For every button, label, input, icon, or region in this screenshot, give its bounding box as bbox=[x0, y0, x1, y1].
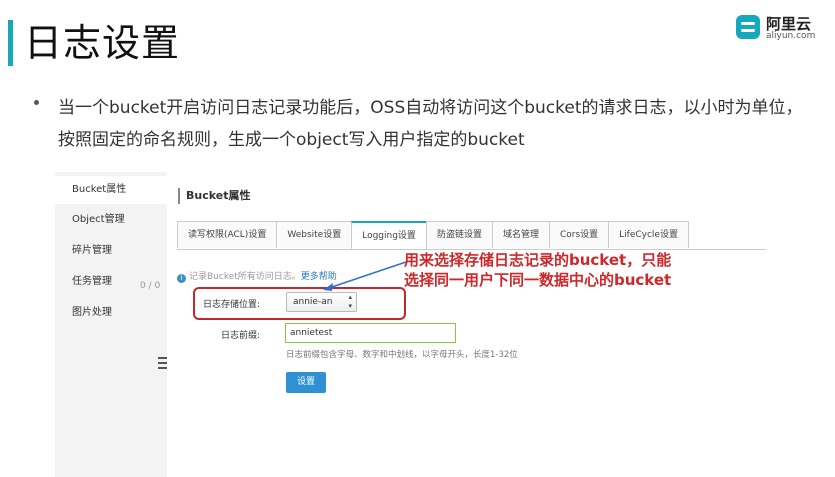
console-sidebar: Bucket属性 Object管理 碎片管理 任务管理 图片处理 bbox=[55, 172, 167, 477]
logo-en-text: aliyun.com bbox=[766, 31, 816, 41]
tab-website[interactable]: Website设置 bbox=[276, 221, 353, 248]
slide-title: 日志设置 bbox=[24, 21, 181, 65]
select-arrows-icon: ▴ ▾ bbox=[348, 293, 352, 310]
bullet-dot bbox=[34, 100, 39, 105]
bullet-text: 当一个bucket开启访问日志记录功能后，OSS自动将访问这个bucket的请求… bbox=[58, 98, 803, 150]
storage-location-value: annie-an bbox=[293, 297, 333, 307]
tab-domain-management[interactable]: 域名管理 bbox=[491, 221, 550, 248]
annotation-line-1: 用来选择存储日志记录的bucket，只能 bbox=[404, 251, 672, 269]
prefix-input[interactable]: annietest bbox=[285, 323, 456, 343]
prefix-label: 日志前缀: bbox=[221, 331, 261, 341]
annotation-line-2: 选择同一用户下同一数据中心的bucket bbox=[404, 271, 672, 289]
aliyun-logo: 阿里云 aliyun.com bbox=[736, 13, 828, 43]
storage-location-select[interactable]: annie-an ▴ ▾ bbox=[286, 292, 357, 312]
panel-title: Bucket属性 bbox=[178, 188, 250, 204]
info-icon: i bbox=[177, 274, 186, 283]
sidebar-item-fragment-management[interactable]: 碎片管理 bbox=[55, 237, 167, 265]
aliyun-logo-icon bbox=[736, 15, 760, 39]
info-text: 记录Bucket所有访问日志。 bbox=[189, 272, 301, 282]
tab-logging[interactable]: Logging设置 bbox=[351, 221, 427, 249]
sidebar-item-bucket-properties[interactable]: Bucket属性 bbox=[55, 176, 167, 204]
settings-tabs: 读写权限(ACL)设置 Website设置 Logging设置 防盗链设置 域名… bbox=[177, 221, 766, 250]
tab-acl[interactable]: 读写权限(ACL)设置 bbox=[177, 221, 278, 248]
sidebar-item-object-management[interactable]: Object管理 bbox=[55, 206, 167, 234]
info-line: i 记录Bucket所有访问日志。更多帮助 bbox=[177, 269, 337, 283]
title-accent-bar bbox=[8, 20, 13, 66]
save-button[interactable]: 设置 bbox=[286, 372, 326, 393]
sidebar-toggle-icon[interactable] bbox=[158, 357, 167, 369]
sidebar-item-image-processing[interactable]: 图片处理 bbox=[55, 299, 167, 327]
tab-cors[interactable]: Cors设置 bbox=[548, 221, 610, 248]
help-link[interactable]: 更多帮助 bbox=[301, 272, 337, 282]
annotation-text: 用来选择存储日志记录的bucket，只能 选择同一用户下同一数据中心的bucke… bbox=[404, 250, 724, 290]
tab-hotlink-protection[interactable]: 防盗链设置 bbox=[425, 221, 493, 248]
prefix-hint: 日志前缀包含字母、数字和中划线，以字母开头，长度1-32位 bbox=[286, 350, 518, 360]
storage-location-label: 日志存储位置: bbox=[203, 300, 261, 310]
task-count: 0 / 0 bbox=[140, 281, 161, 291]
tab-lifecycle[interactable]: LifeCycle设置 bbox=[608, 221, 689, 248]
